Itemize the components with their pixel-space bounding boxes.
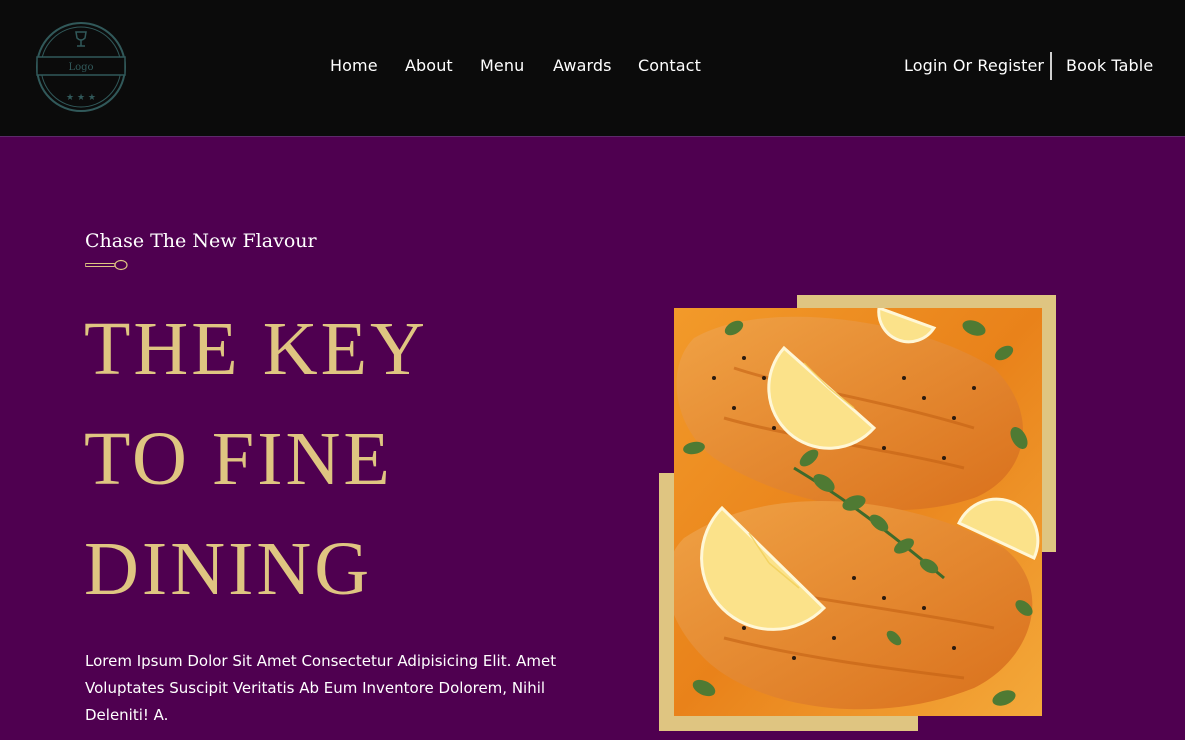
food-image [674,308,1042,716]
book-table-link[interactable]: Book Table [1066,56,1153,75]
nav-menu[interactable]: Menu [480,56,524,75]
site-header: Logo ★ ★ ★ Home About Menu Awards Contac… [0,0,1185,137]
hero-headline: THE KEY TO FINE DINING [84,294,428,624]
login-register-link[interactable]: Login Or Register [904,56,1044,75]
hero-section: Chase The New Flavour THE KEY TO FINE DI… [0,138,1185,740]
headline-line-1: THE KEY [84,307,428,391]
spoon-icon [85,259,128,271]
nav-contact[interactable]: Contact [638,56,701,75]
nav-home[interactable]: Home [330,56,378,75]
nav-divider [1050,52,1052,80]
headline-line-2: TO FINE [84,417,393,501]
hero-paragraph: Lorem Ipsum Dolor Sit Amet Consectetur A… [85,652,557,724]
nav-about[interactable]: About [405,56,453,75]
main-nav: Home About Menu Awards Contact Login Or … [0,0,1185,137]
nav-awards[interactable]: Awards [553,56,612,75]
headline-line-3: DINING [84,527,373,611]
hero-subtitle: Chase The New Flavour [85,230,317,252]
